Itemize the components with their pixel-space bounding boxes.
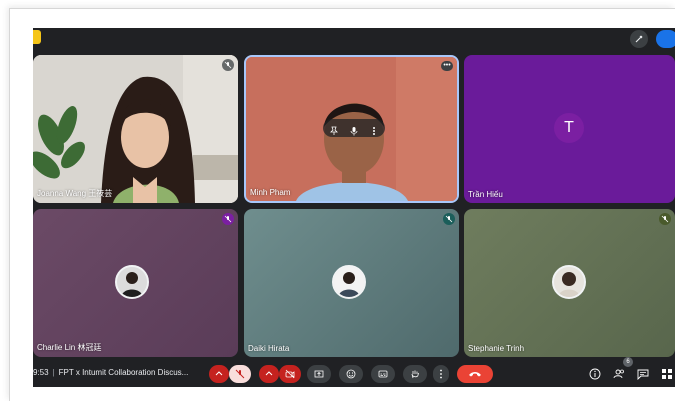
participant-name: Daiki Hirata <box>248 344 290 353</box>
participant-video <box>33 55 238 203</box>
meet-window: Joanna Wang 王筱芸 ••• Minh Pham T Trần Hiế… <box>33 28 675 387</box>
raise-hand-button[interactable] <box>403 365 427 383</box>
mic-options-button[interactable] <box>209 365 229 383</box>
participant-tile-charlie[interactable]: Charlie Lin 林冠廷 <box>33 209 238 357</box>
captions-button[interactable] <box>371 365 395 383</box>
self-view-button[interactable] <box>656 30 675 48</box>
reactions-button[interactable] <box>339 365 363 383</box>
avatar: T <box>554 113 584 143</box>
present-button[interactable] <box>307 365 331 383</box>
participant-name: Charlie Lin 林冠廷 <box>37 343 102 352</box>
control-bar: 9:53 | FPT x Intumit Collaboration Discus.… <box>33 357 675 387</box>
meeting-time: 9:53 <box>33 368 49 377</box>
mic-off-icon <box>443 213 455 225</box>
present-icon <box>314 370 324 378</box>
participant-name: Minh Pham <box>250 188 291 197</box>
camera-options-button[interactable] <box>259 365 279 383</box>
tile-hover-controls[interactable] <box>323 119 385 137</box>
mic-toggle-button[interactable] <box>229 365 251 383</box>
meeting-badge[interactable] <box>33 30 41 44</box>
participant-tile-tran[interactable]: T Trần Hiếu <box>464 55 675 203</box>
people-icon[interactable] <box>613 367 627 381</box>
raise-hand-icon <box>411 370 419 379</box>
separator: | <box>52 368 55 377</box>
more-options-button[interactable] <box>433 365 449 383</box>
meeting-info: 9:53 | FPT x Intumit Collaboration Discus.… <box>33 368 188 377</box>
mic-off-icon <box>659 213 671 225</box>
chat-icon[interactable] <box>637 367 651 381</box>
participant-tile-minh[interactable]: ••• Minh Pham <box>244 55 459 203</box>
emoji-icon <box>346 369 356 379</box>
pin-icon[interactable] <box>329 123 339 135</box>
activities-icon[interactable] <box>661 367 675 381</box>
screenshot-frame: Joanna Wang 王筱芸 ••• Minh Pham T Trần Hiế… <box>0 0 675 401</box>
participant-name: Trần Hiếu <box>468 190 503 199</box>
leave-call-button[interactable] <box>457 365 493 383</box>
meeting-title: FPT x Intumit Collaboration Discus... <box>58 368 189 377</box>
avatar <box>332 265 366 299</box>
chevron-up-icon <box>215 371 223 376</box>
camera-toggle-button[interactable] <box>279 365 301 383</box>
more-horiz-icon[interactable]: ••• <box>441 61 453 71</box>
mic-icon[interactable] <box>349 123 359 136</box>
more-vert-icon <box>440 369 442 379</box>
people-count-badge: 6 <box>623 357 633 367</box>
info-icon[interactable] <box>589 367 603 381</box>
camera-off-icon <box>285 369 295 379</box>
more-vert-icon[interactable] <box>369 123 379 135</box>
participant-name: Stephanie Trinh <box>468 344 525 353</box>
chevron-up-icon <box>265 371 273 376</box>
avatar <box>115 265 149 299</box>
participant-name: Joanna Wang 王筱芸 <box>37 189 113 198</box>
mic-off-icon <box>222 213 234 225</box>
mic-off-icon <box>235 369 245 379</box>
participant-tile-stephanie[interactable]: Stephanie Trinh <box>464 209 675 357</box>
avatar <box>552 265 586 299</box>
participant-tile-joanna[interactable]: Joanna Wang 王筱芸 <box>33 55 238 203</box>
participant-tile-daiki[interactable]: Daiki Hirata <box>244 209 459 357</box>
end-call-icon <box>469 372 481 377</box>
pen-icon[interactable] <box>630 30 648 48</box>
captions-icon <box>378 370 388 378</box>
mic-off-icon <box>222 59 234 71</box>
